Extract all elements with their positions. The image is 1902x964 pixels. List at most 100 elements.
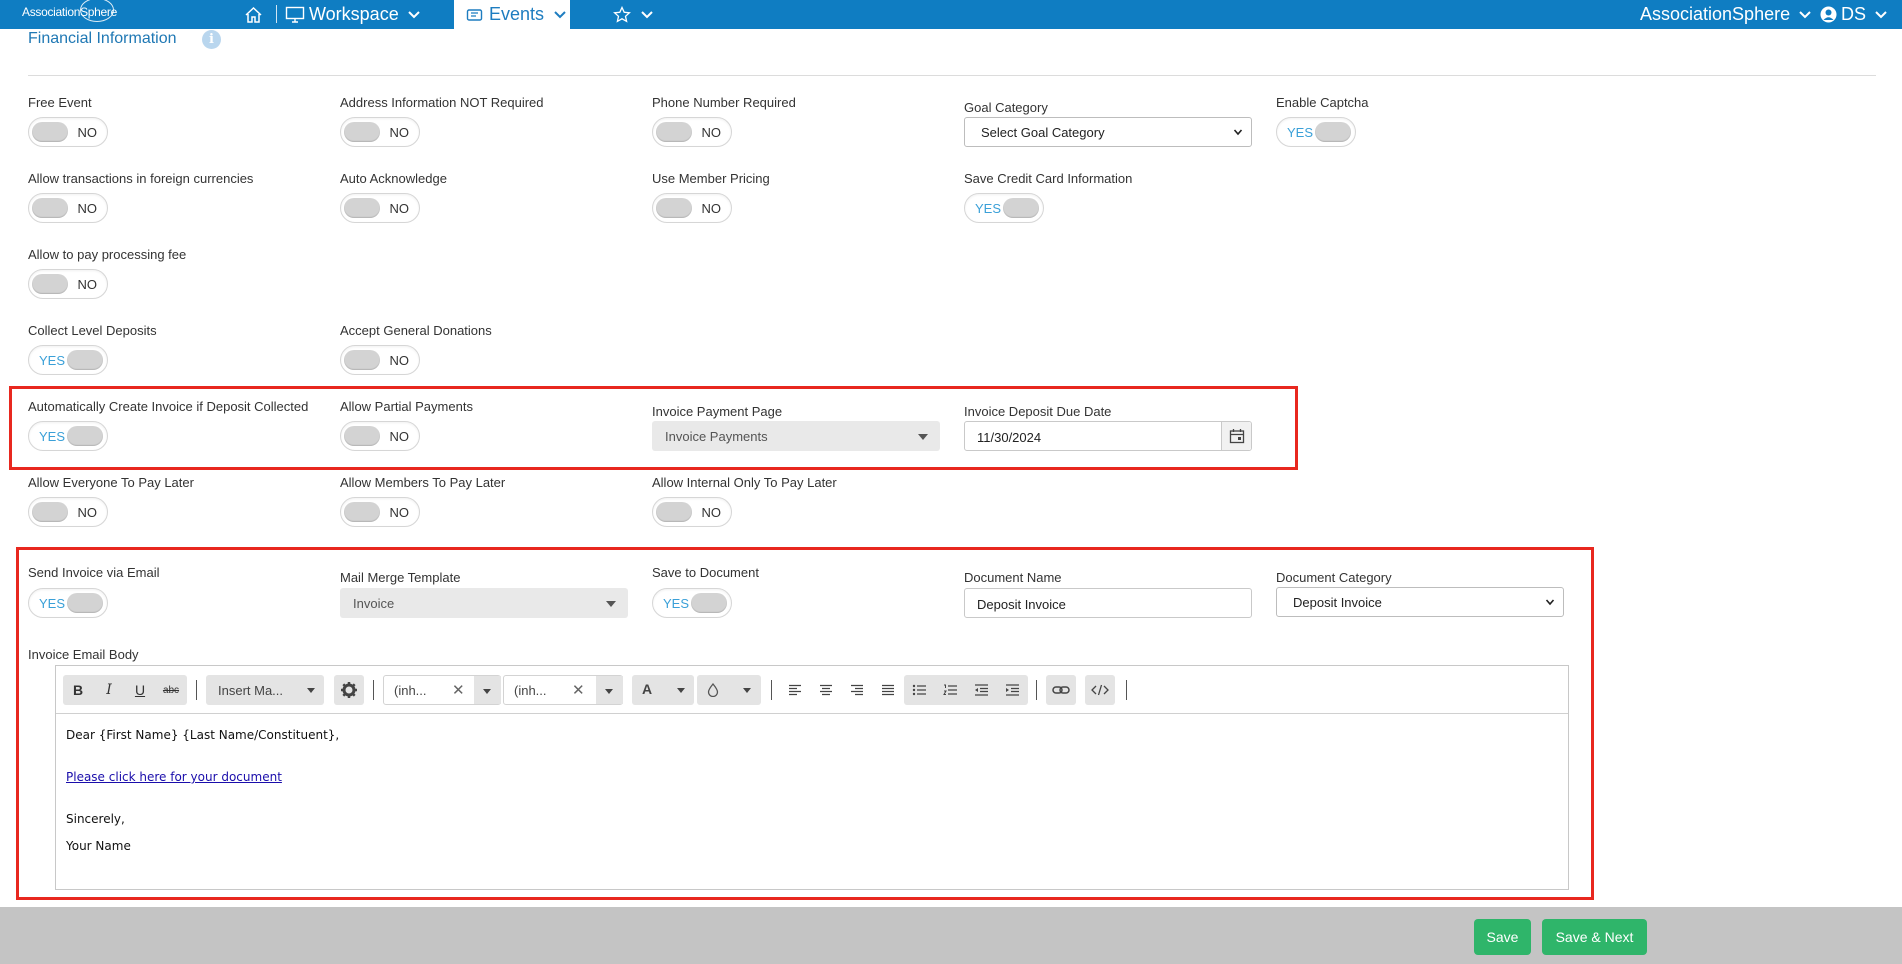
clear-icon[interactable]: ✕ (572, 681, 585, 699)
toolbar-separator (1126, 680, 1127, 700)
gear-icon (341, 682, 357, 698)
italic-button[interactable]: I (94, 675, 124, 705)
free-event-toggle[interactable]: NO (28, 117, 108, 147)
star-icon (613, 6, 631, 23)
save-to-document-toggle[interactable]: YES (652, 588, 732, 618)
chevron-down-icon (407, 11, 420, 19)
strikethrough-button[interactable]: abc (156, 675, 186, 705)
chevron-down-icon (1799, 11, 1811, 19)
nav-events[interactable]: Events (454, 0, 570, 29)
enable-captcha-label: Enable Captcha (1276, 95, 1369, 110)
underline-button[interactable]: U (125, 675, 155, 705)
calendar-icon[interactable] (1221, 422, 1251, 450)
document-name-input[interactable]: Deposit Invoice (964, 588, 1252, 618)
accept-general-donations-label: Accept General Donations (340, 323, 492, 338)
font-size-combobox[interactable]: (inh... ✕ (503, 675, 623, 705)
enable-captcha-toggle[interactable]: YES (1276, 117, 1356, 147)
accept-general-donations-toggle[interactable]: NO (340, 345, 420, 375)
partial-payments-label: Allow Partial Payments (340, 399, 473, 414)
partial-payments-toggle[interactable]: NO (340, 421, 420, 451)
save-and-next-button[interactable]: Save & Next (1542, 919, 1647, 955)
user-menu[interactable]: DS (1820, 0, 1888, 29)
save-button[interactable]: Save (1474, 919, 1531, 955)
caret-down-icon (918, 434, 928, 440)
foreign-currencies-toggle[interactable]: NO (28, 193, 108, 223)
align-justify-icon[interactable] (873, 675, 903, 705)
rich-text-editor: B I U abc Insert Ma... (inh... ✕ (inh...… (55, 665, 1569, 890)
address-not-required-toggle[interactable]: NO (340, 117, 420, 147)
format-button-group: B I U abc (63, 675, 187, 705)
invoice-email-body-label: Invoice Email Body (28, 647, 139, 662)
font-size-dropdown-button[interactable] (596, 676, 623, 704)
align-center-icon[interactable] (811, 675, 841, 705)
droplet-icon (707, 683, 719, 697)
auto-create-invoice-toggle[interactable]: YES (28, 421, 108, 451)
background-color-picker[interactable] (697, 675, 761, 705)
phone-required-toggle[interactable]: NO (652, 117, 732, 147)
email-signature: Your Name (66, 839, 131, 853)
outdent-icon[interactable] (966, 675, 996, 705)
auto-acknowledge-toggle[interactable]: NO (340, 193, 420, 223)
nav-workspace[interactable]: Workspace (285, 0, 421, 29)
align-left-icon[interactable] (780, 675, 810, 705)
goal-category-select[interactable]: Select Goal Category (964, 117, 1252, 147)
free-event-label: Free Event (28, 95, 92, 110)
nav-events-label: Events (489, 4, 545, 24)
members-pay-later-label: Allow Members To Pay Later (340, 475, 506, 490)
indent-icon[interactable] (997, 675, 1027, 705)
processing-fee-label: Allow to pay processing fee (28, 247, 187, 262)
settings-button[interactable] (334, 675, 364, 705)
save-credit-card-label: Save Credit Card Information (964, 171, 1133, 186)
mail-merge-template-select[interactable]: Invoice (340, 588, 628, 618)
caret-down-icon (307, 688, 315, 693)
top-navigation-bar: AssociationSphere Workspace Events Assoc… (0, 0, 1902, 29)
caret-down-icon (677, 688, 685, 693)
clear-icon[interactable]: ✕ (452, 681, 465, 699)
insert-link-button[interactable] (1046, 675, 1076, 705)
send-invoice-email-toggle[interactable]: YES (28, 588, 108, 618)
font-color-icon: A (642, 681, 653, 697)
chevron-down-icon (1545, 599, 1555, 606)
email-closing: Sincerely, (66, 812, 125, 826)
font-size-value: (inh... (514, 683, 547, 698)
toolbar-separator (1036, 680, 1037, 700)
document-category-label: Document Category (1276, 570, 1392, 585)
processing-fee-toggle[interactable]: NO (28, 269, 108, 299)
email-greeting: Dear {First Name} {Last Name/Constituent… (66, 728, 340, 742)
chevron-down-icon (1875, 11, 1887, 19)
favorites-menu[interactable] (613, 0, 654, 29)
invoice-deposit-due-date-input[interactable]: 11/30/2024 (964, 421, 1252, 451)
save-to-document-label: Save to Document (652, 565, 759, 580)
home-icon[interactable] (244, 0, 263, 29)
font-color-picker[interactable]: A (632, 675, 694, 705)
ticket-icon (466, 8, 483, 21)
bulleted-list-icon[interactable] (904, 675, 934, 705)
address-not-required-label: Address Information NOT Required (340, 95, 544, 110)
auto-create-invoice-label: Automatically Create Invoice if Deposit … (28, 399, 309, 414)
internal-pay-later-toggle[interactable]: NO (652, 497, 732, 527)
document-link[interactable]: Please click here for your document (66, 770, 282, 784)
org-switcher[interactable]: AssociationSphere (1640, 0, 1812, 29)
info-icon[interactable]: i (202, 30, 221, 49)
auto-acknowledge-label: Auto Acknowledge (340, 171, 447, 186)
collect-level-deposits-toggle[interactable]: YES (28, 345, 108, 375)
member-pricing-toggle[interactable]: NO (652, 193, 732, 223)
invoice-payment-page-select[interactable]: Invoice Payments (652, 421, 940, 451)
font-family-dropdown-button[interactable] (474, 676, 501, 704)
view-html-button[interactable] (1085, 675, 1115, 705)
save-credit-card-toggle[interactable]: YES (964, 193, 1044, 223)
align-right-icon[interactable] (842, 675, 872, 705)
bold-button[interactable]: B (63, 675, 93, 705)
collect-level-deposits-label: Collect Level Deposits (28, 323, 157, 338)
document-category-select[interactable]: Deposit Invoice (1276, 587, 1564, 617)
nav-workspace-label: Workspace (309, 4, 399, 24)
list-button-group (904, 675, 1028, 705)
section-title: Financial Information (28, 30, 177, 47)
toolbar-separator (196, 680, 197, 700)
font-family-combobox[interactable]: (inh... ✕ (383, 675, 501, 705)
insert-merge-field-dropdown[interactable]: Insert Ma... (206, 675, 324, 705)
numbered-list-icon[interactable] (935, 675, 965, 705)
members-pay-later-toggle[interactable]: NO (340, 497, 420, 527)
everyone-pay-later-toggle[interactable]: NO (28, 497, 108, 527)
internal-pay-later-label: Allow Internal Only To Pay Later (652, 475, 837, 490)
